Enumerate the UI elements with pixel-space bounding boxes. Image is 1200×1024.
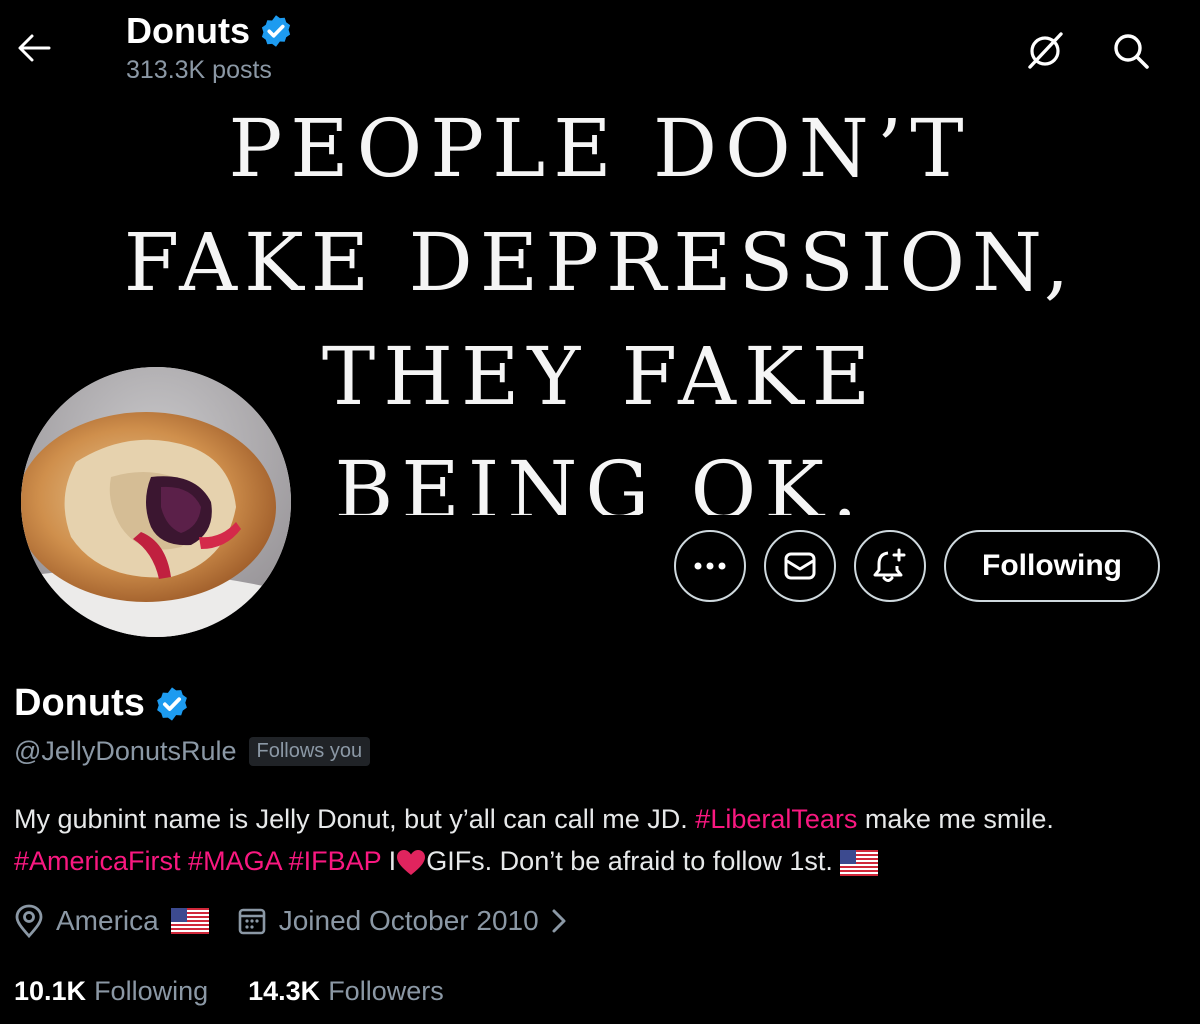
calendar-icon (238, 908, 266, 935)
profile-actions: Following (674, 530, 1160, 602)
following-stat-label: Following (94, 976, 209, 1006)
profile-name-row: Donuts (14, 682, 191, 725)
jelly-donut-photo (21, 367, 291, 637)
header-title: Donuts (126, 10, 250, 51)
more-options-button[interactable] (674, 530, 747, 602)
heart-icon (397, 849, 426, 875)
top-icons (1020, 26, 1156, 76)
follow-stats: 10.1K Following 14.3K Followers (14, 976, 444, 1007)
profile-handle: @JellyDonutsRule (14, 736, 237, 766)
bio-text: make me smile. (857, 804, 1054, 834)
followers-count: 14.3K (248, 976, 321, 1006)
us-flag-icon (840, 849, 879, 876)
quote-line-1: PEOPLE DON’T (228, 102, 972, 195)
back-button[interactable] (12, 26, 56, 70)
followers-stat-link[interactable]: 14.3K Followers (248, 976, 444, 1007)
grok-button[interactable] (1020, 26, 1070, 76)
following-stat-link[interactable]: 10.1K Following (14, 976, 208, 1007)
quote-line-2: FAKE DEPRESSION, (123, 216, 1077, 309)
handle-row: @JellyDonutsRule Follows you (14, 736, 371, 767)
us-flag-icon (170, 908, 209, 934)
search-button[interactable] (1106, 26, 1156, 76)
header-title-block: Donuts 313.3K posts (126, 10, 294, 85)
hashtag-link[interactable]: #MAGA (188, 846, 281, 876)
more-dots-icon (694, 562, 726, 570)
following-count: 10.1K (14, 976, 87, 1006)
profile-page: PEOPLE DON’T FAKE DEPRESSION, THEY FAKE … (0, 0, 1200, 1024)
follows-you-badge: Follows you (248, 737, 371, 766)
hashtag-link[interactable]: #LiberalTears (695, 804, 857, 834)
location-pin-icon (15, 904, 43, 938)
joined-date: Joined October 2010 (278, 905, 539, 936)
profile-bio: My gubnint name is Jelly Donut, but y’al… (14, 798, 1174, 882)
joined-item[interactable]: Joined October 2010 (237, 905, 567, 937)
bio-text: I (381, 846, 397, 876)
verified-badge-icon (261, 15, 291, 47)
chevron-right-icon (552, 909, 566, 933)
bio-text: My gubnint name is Jelly Donut, but y’al… (14, 804, 696, 834)
grok-icon (1028, 32, 1063, 69)
bell-plus-icon (873, 548, 906, 582)
verified-badge-icon[interactable] (153, 685, 191, 723)
top-bar: Donuts 313.3K posts (0, 0, 1200, 100)
envelope-icon (784, 552, 816, 580)
followers-stat-label: Followers (328, 976, 444, 1006)
header-posts-count: 313.3K posts (126, 56, 272, 84)
message-button[interactable] (764, 530, 837, 602)
arrow-left-icon (18, 34, 51, 62)
display-name: Donuts (14, 682, 145, 724)
location-text: America (56, 905, 159, 936)
hashtag-link[interactable]: #AmericaFirst (14, 846, 181, 876)
location-item: America (14, 904, 209, 938)
profile-meta: America Joined October 2010 (14, 904, 567, 938)
search-icon (1114, 34, 1149, 69)
notifications-button[interactable] (854, 530, 927, 602)
following-button[interactable]: Following (944, 530, 1160, 602)
avatar[interactable] (16, 362, 296, 642)
bio-text: GIFs. Don’t be afraid to follow 1st. (426, 846, 833, 876)
hashtag-link[interactable]: #IFBAP (289, 846, 382, 876)
